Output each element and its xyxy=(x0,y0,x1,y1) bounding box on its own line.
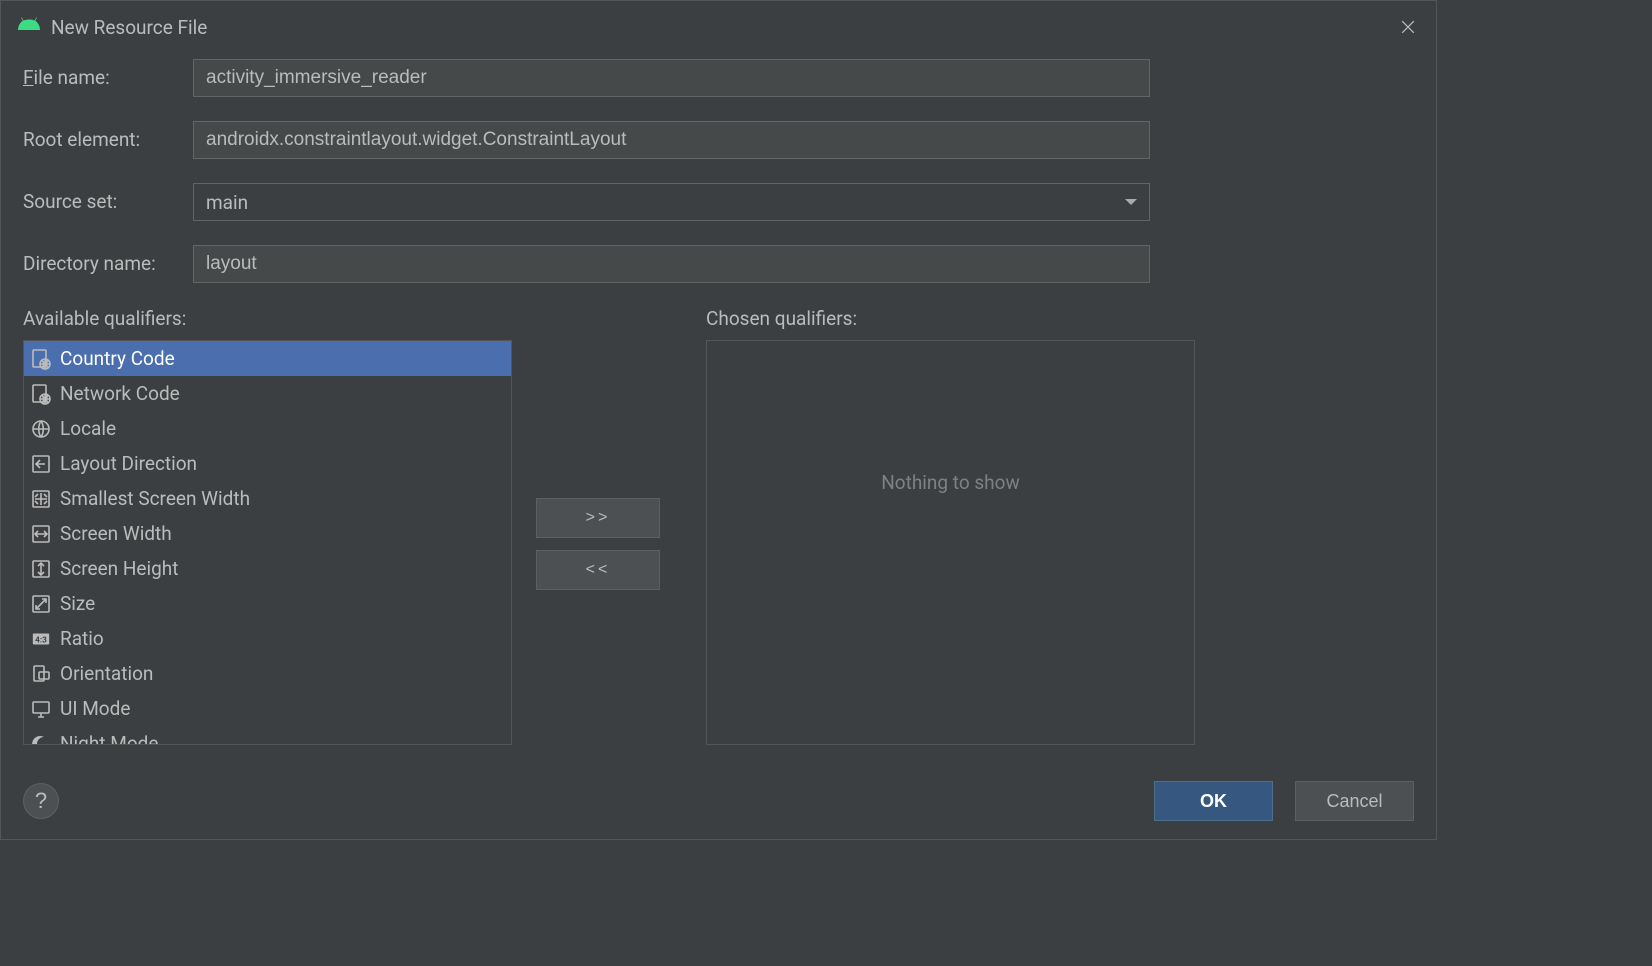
qualifier-item[interactable]: Network Code xyxy=(24,376,511,411)
filename-label: File name: xyxy=(23,67,193,90)
qualifier-label: Size xyxy=(60,592,95,615)
qualifier-label: Smallest Screen Width xyxy=(60,487,250,510)
available-column: Available qualifiers: Country Code Networ… xyxy=(23,307,512,751)
qualifier-item[interactable]: Night Mode xyxy=(24,726,511,745)
ok-button[interactable]: OK xyxy=(1154,781,1273,821)
qualifier-item[interactable]: Country Code xyxy=(24,341,511,376)
dialog-body: File name: Root element: Source set: mai… xyxy=(1,53,1436,839)
filename-row: File name: xyxy=(23,59,1414,97)
qualifier-label: Screen Height xyxy=(60,557,178,580)
qualifier-label: UI Mode xyxy=(60,697,130,720)
directory-input[interactable] xyxy=(193,245,1150,283)
directory-row: Directory name: xyxy=(23,245,1414,283)
sourceset-row: Source set: main xyxy=(23,183,1414,221)
qualifier-item[interactable]: Layout Direction xyxy=(24,446,511,481)
moon-icon xyxy=(30,733,52,746)
qualifier-label: Layout Direction xyxy=(60,452,197,475)
root-element-label: Root element: xyxy=(23,129,193,152)
titlebar: New Resource File xyxy=(1,1,1436,53)
qualifier-label: Orientation xyxy=(60,662,153,685)
orientation-icon xyxy=(30,663,52,685)
qualifier-label: Night Mode xyxy=(60,732,158,745)
cancel-button[interactable]: Cancel xyxy=(1295,781,1414,821)
qualifier-item[interactable]: Screen Height xyxy=(24,551,511,586)
monitor-icon xyxy=(30,698,52,720)
qualifier-label: Screen Width xyxy=(60,522,172,545)
move-buttons-column: >> << xyxy=(528,307,668,751)
qualifier-label: Country Code xyxy=(60,347,175,370)
arrow-left-box-icon xyxy=(30,453,52,475)
qualifier-item[interactable]: Orientation xyxy=(24,656,511,691)
sourceset-value: main xyxy=(206,191,248,214)
qualifier-item[interactable]: UI Mode xyxy=(24,691,511,726)
add-qualifier-button[interactable]: >> xyxy=(536,498,660,538)
chosen-column: Chosen qualifiers: Nothing to show xyxy=(706,307,1195,751)
help-button[interactable]: ? xyxy=(23,783,59,819)
directory-label: Directory name: xyxy=(23,253,193,276)
root-element-input[interactable] xyxy=(193,121,1150,159)
close-button[interactable] xyxy=(1396,15,1420,39)
empty-placeholder: Nothing to show xyxy=(707,341,1194,494)
qualifier-item[interactable]: Size xyxy=(24,586,511,621)
chevron-down-icon xyxy=(1125,199,1137,205)
qualifier-item[interactable]: Locale xyxy=(24,411,511,446)
dialog-title: New Resource File xyxy=(51,16,1386,39)
qualifiers-section: Available qualifiers: Country Code Networ… xyxy=(23,307,1414,751)
available-label: Available qualifiers: xyxy=(23,307,512,330)
new-resource-dialog: New Resource File File name: Root elemen… xyxy=(0,0,1437,840)
sourceset-label: Source set: xyxy=(23,191,193,214)
arrow-h-icon xyxy=(30,523,52,545)
file-globe-icon xyxy=(30,348,52,370)
android-icon xyxy=(17,15,41,39)
root-row: Root element: xyxy=(23,121,1414,159)
qualifier-label: Locale xyxy=(60,417,116,440)
chosen-qualifiers-list[interactable]: Nothing to show xyxy=(706,340,1195,745)
file-globe-icon xyxy=(30,383,52,405)
expand-diag-icon xyxy=(30,593,52,615)
ratio-icon: 4:3 xyxy=(30,628,52,650)
qualifier-label: Network Code xyxy=(60,382,180,405)
qualifier-item[interactable]: 4:3 Ratio xyxy=(24,621,511,656)
available-qualifiers-list[interactable]: Country Code Network Code Locale Layout Dir… xyxy=(23,340,512,745)
filename-input[interactable] xyxy=(193,59,1150,97)
sourceset-select[interactable]: main xyxy=(193,183,1150,221)
remove-qualifier-button[interactable]: << xyxy=(536,550,660,590)
qualifier-item[interactable]: Smallest Screen Width xyxy=(24,481,511,516)
chosen-label: Chosen qualifiers: xyxy=(706,307,1195,330)
arrow-v-icon xyxy=(30,558,52,580)
expand-all-icon xyxy=(30,488,52,510)
qualifier-item[interactable]: Screen Width xyxy=(24,516,511,551)
qualifier-label: Ratio xyxy=(60,627,104,650)
svg-text:4:3: 4:3 xyxy=(35,634,47,644)
globe-icon xyxy=(30,418,52,440)
dialog-buttons: ? OK Cancel xyxy=(23,751,1414,821)
